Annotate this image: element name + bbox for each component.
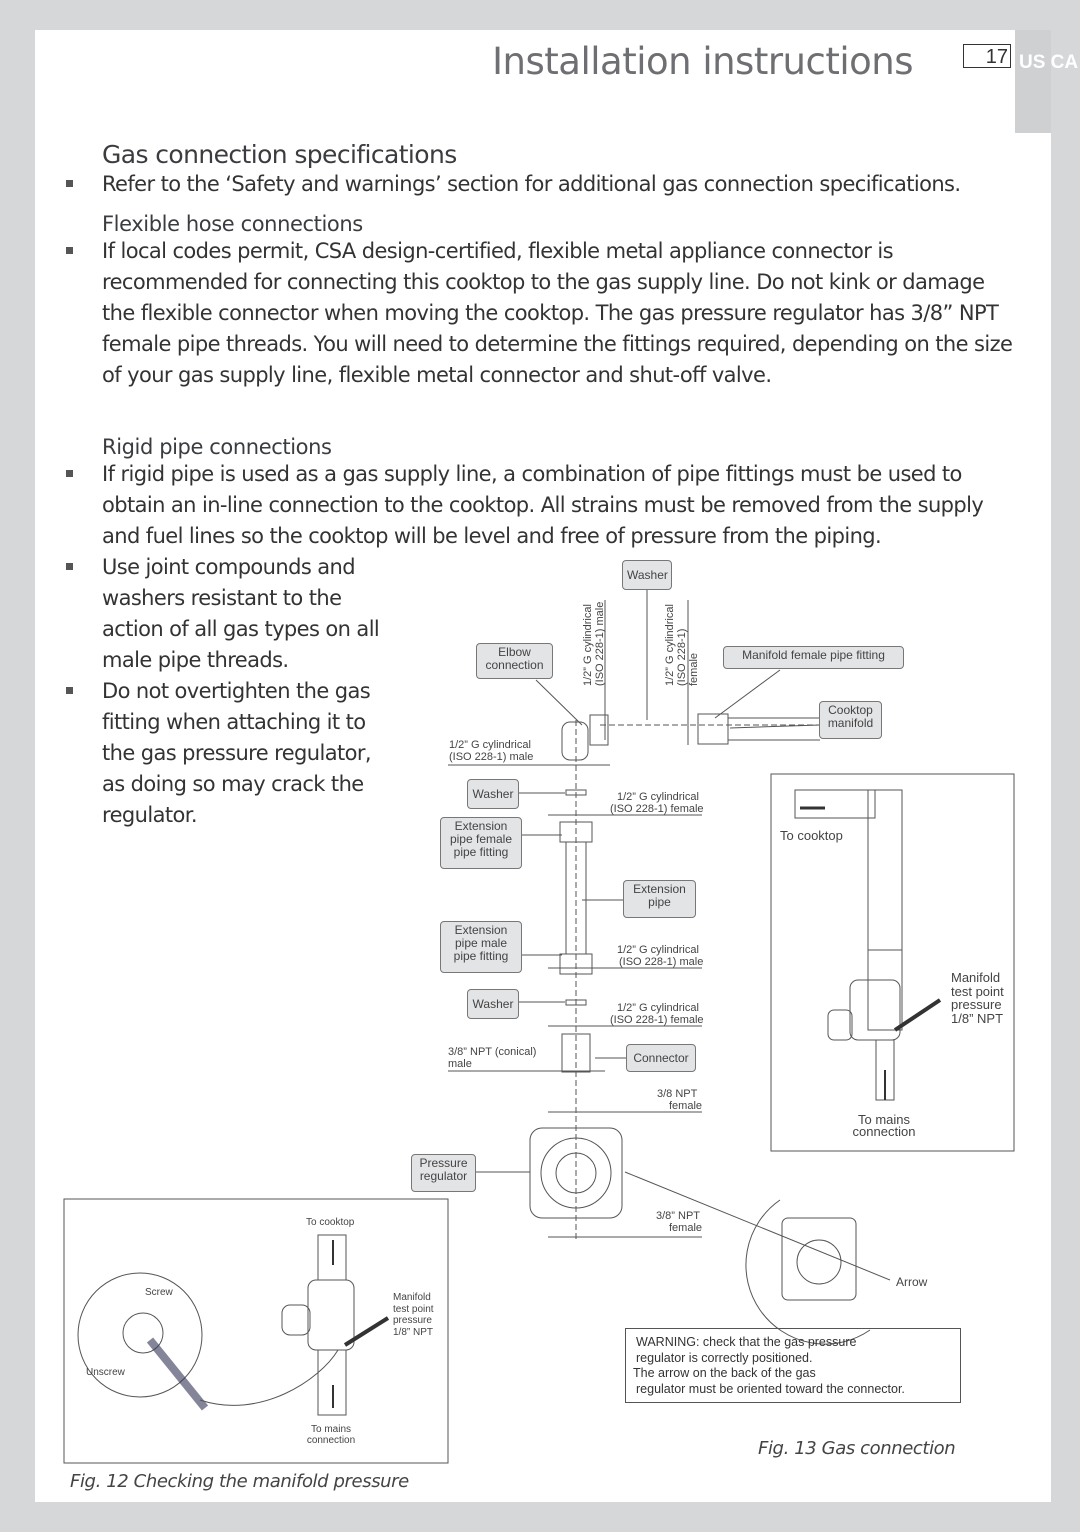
dim-text: 1/2” G cylindrical [617, 1002, 699, 1014]
arrow-label: Arrow [896, 1275, 928, 1289]
dim-text: male [448, 1058, 472, 1070]
dim-text: 1/2” G cylindrical [617, 944, 699, 956]
fig12-unscrew: Unscrew [86, 1367, 125, 1378]
fig12-diagram [63, 1198, 449, 1464]
dim-text: (ISO 228-1) female [610, 1014, 704, 1026]
warning-box: WARNING: check that the gas pressure regu… [625, 1328, 961, 1403]
inset-manifold-label: Manifold test point pressure 1/8” NPT [951, 970, 1004, 1026]
label-connector: Connector [626, 1044, 696, 1072]
fig12-manifold-label: Manifold test point pressure 1/8” NPT [393, 1292, 434, 1338]
label-ext-female: Extension pipe female pipe fitting [440, 817, 522, 869]
label-washer-2: Washer [467, 989, 519, 1019]
dim-text: 3/8” NPT [656, 1210, 701, 1222]
inset-mains-label: To mains connection [852, 1112, 916, 1139]
label-pressure-regulator: Pressure regulator [411, 1154, 476, 1192]
dim-vertical-male: 1/2” G cylindrical (ISO 228-1) male [582, 601, 606, 686]
dim-text: 3/8 NPT [657, 1088, 698, 1100]
dim-text: female [669, 1100, 703, 1112]
dim-text: 1/2” G cylindrical [617, 791, 699, 803]
label-washer-top: Washer [622, 560, 672, 590]
dim-text: (ISO 228-1) male [449, 751, 534, 763]
fig12-mains-label: To mains connection [306, 1424, 356, 1446]
fig13-caption: Fig. 13 Gas connection [758, 1438, 956, 1459]
inset-to-cooktop: To cooktop [780, 828, 843, 843]
dim-text: 3/8” NPT (conical) [448, 1046, 537, 1058]
label-ext-pipe: Extension pipe [623, 880, 696, 918]
fig12-screw: Screw [145, 1287, 173, 1298]
fig12-to-cooktop: To cooktop [306, 1217, 355, 1228]
label-ext-male: Extension pipe male pipe fitting [440, 921, 522, 973]
fig12-caption: Fig. 12 Checking the manifold pressure [70, 1471, 409, 1492]
dim-text: (ISO 228-1) male [619, 956, 704, 968]
label-washer-1: Washer [467, 779, 519, 809]
label-manifold-female: Manifold female pipe fitting [723, 646, 904, 669]
label-elbow: Elbow connection [476, 643, 553, 679]
gas-connection-diagram [63, 590, 1015, 1464]
dim-text: (ISO 228-1) female [610, 803, 704, 815]
dim-vertical-female: 1/2” G cylindrical (ISO 228-1) female [664, 604, 700, 686]
label-cooktop-manifold: Cooktop manifold [819, 701, 882, 739]
dim-text: female [669, 1222, 703, 1234]
dim-text: 1/2” G cylindrical [449, 739, 531, 751]
